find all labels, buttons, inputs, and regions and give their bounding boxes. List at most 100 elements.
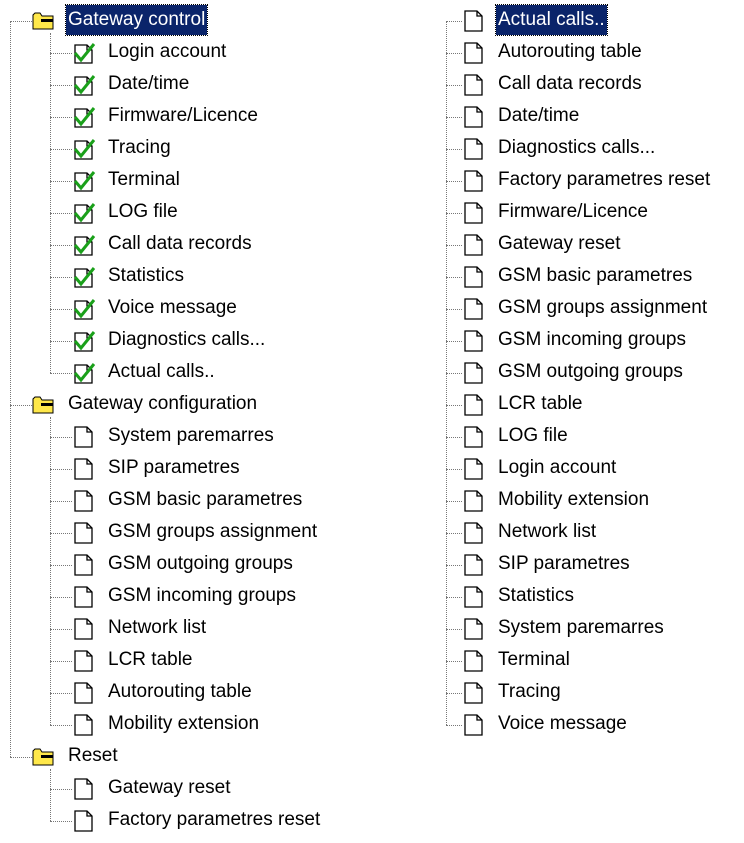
tree-connector-line [50, 629, 72, 630]
tree-connector-line [446, 181, 462, 182]
tree-node-label: Actual calls.. [495, 4, 608, 36]
left-tree-view[interactable]: Gateway control Login account Date/time Fir… [0, 0, 420, 842]
tree-node-label: Mobility extension [498, 489, 650, 510]
tree-node-label: Call data records [108, 233, 252, 254]
tree-node-label: Terminal [108, 169, 180, 190]
folder-icon [32, 10, 56, 32]
tree-connector-line [50, 533, 72, 534]
tree-connector-line [446, 693, 462, 694]
page-icon [462, 522, 486, 544]
page-icon [462, 42, 486, 64]
page-icon [462, 202, 486, 224]
tree-connector-line [50, 373, 72, 374]
page-icon [462, 394, 486, 416]
tree-node-label: Login account [498, 457, 617, 478]
tree-node-label: GSM outgoing groups [498, 361, 683, 382]
tree-node-label: Voice message [498, 713, 627, 734]
tree-node-label: Date/time [108, 73, 190, 94]
page-icon [462, 554, 486, 576]
checked-page-icon [72, 266, 96, 288]
page-icon [72, 682, 96, 704]
tree-connector-line [446, 597, 462, 598]
tree-connector-line [446, 405, 462, 406]
tree-node-label: GSM outgoing groups [108, 553, 293, 574]
tree-node-label: Network list [108, 617, 207, 638]
tree-connector-line [446, 661, 462, 662]
tree-connector-line [446, 469, 462, 470]
tree-node-label: Gateway configuration [68, 393, 258, 414]
page-icon [462, 330, 486, 352]
tree-node-label: GSM incoming groups [498, 329, 686, 350]
tree-connector-line [50, 53, 72, 54]
tree-connector-line [10, 757, 32, 758]
tree-connector-line [50, 309, 72, 310]
page-icon [462, 138, 486, 160]
tree-connector-line [50, 693, 72, 694]
tree-connector-line [446, 117, 462, 118]
tree-connector-line [50, 85, 72, 86]
page-icon [72, 714, 96, 736]
tree-node-label: Factory parametres reset [108, 809, 321, 830]
tree-connector-line [446, 501, 462, 502]
page-icon [462, 458, 486, 480]
tree-connector-line [50, 821, 72, 822]
tree-connector-line [446, 277, 462, 278]
tree-node-label: Call data records [498, 73, 642, 94]
tree-node-label: SIP parametres [498, 553, 630, 574]
tree-connector-line [446, 149, 462, 150]
tree-connector-line [446, 373, 462, 374]
page-icon [72, 650, 96, 672]
tree-node-label: Reset [68, 745, 118, 766]
tree-connector-line [50, 565, 72, 566]
tree-node-label: Date/time [498, 105, 580, 126]
checked-page-icon [72, 362, 96, 384]
page-icon [462, 426, 486, 448]
page-icon [462, 234, 486, 256]
tree-node-label: GSM groups assignment [498, 297, 708, 318]
tree-connector-line [446, 341, 462, 342]
tree-connector-line [50, 597, 72, 598]
tree-connector-line [50, 117, 72, 118]
tree-connector-line [10, 21, 32, 22]
tree-node-label: System paremarres [108, 425, 274, 446]
page-icon [72, 554, 96, 576]
tree-node-label: SIP parametres [108, 457, 240, 478]
tree-connector-line [50, 501, 72, 502]
tree-node-label: Factory parametres reset [498, 169, 711, 190]
tree-connector-line [446, 213, 462, 214]
page-icon [462, 650, 486, 672]
tree-node-label: Statistics [498, 585, 575, 606]
right-tree-view[interactable]: Actual calls.. Autorouting table Call data… [440, 0, 744, 842]
tree-node-label: Login account [108, 41, 227, 62]
page-icon [462, 266, 486, 288]
tree-connector-line [446, 21, 447, 725]
page-icon [72, 618, 96, 640]
page-icon [72, 522, 96, 544]
tree-node-label: Autorouting table [108, 681, 252, 702]
page-icon [462, 618, 486, 640]
tree-connector-line [10, 21, 11, 757]
tree-node-label: Tracing [498, 681, 561, 702]
checked-page-icon [72, 330, 96, 352]
tree-node-label: Actual calls.. [108, 361, 215, 382]
page-icon [462, 682, 486, 704]
tree-connector-line [50, 417, 51, 725]
checked-page-icon [72, 138, 96, 160]
checked-page-icon [72, 170, 96, 192]
tree-node-label: Diagnostics calls... [498, 137, 656, 158]
page-icon [462, 106, 486, 128]
tree-connector-line [50, 213, 72, 214]
tree-node-label: Mobility extension [108, 713, 260, 734]
tree-connector-line [50, 769, 51, 821]
page-icon [72, 778, 96, 800]
checked-page-icon [72, 202, 96, 224]
page-icon [72, 490, 96, 512]
tree-node-label: GSM basic parametres [108, 489, 303, 510]
checked-page-icon [72, 234, 96, 256]
tree-connector-line [50, 725, 72, 726]
page-icon [462, 586, 486, 608]
page-icon [462, 714, 486, 736]
page-icon [462, 74, 486, 96]
checked-page-icon [72, 298, 96, 320]
tree-node-label: Statistics [108, 265, 185, 286]
